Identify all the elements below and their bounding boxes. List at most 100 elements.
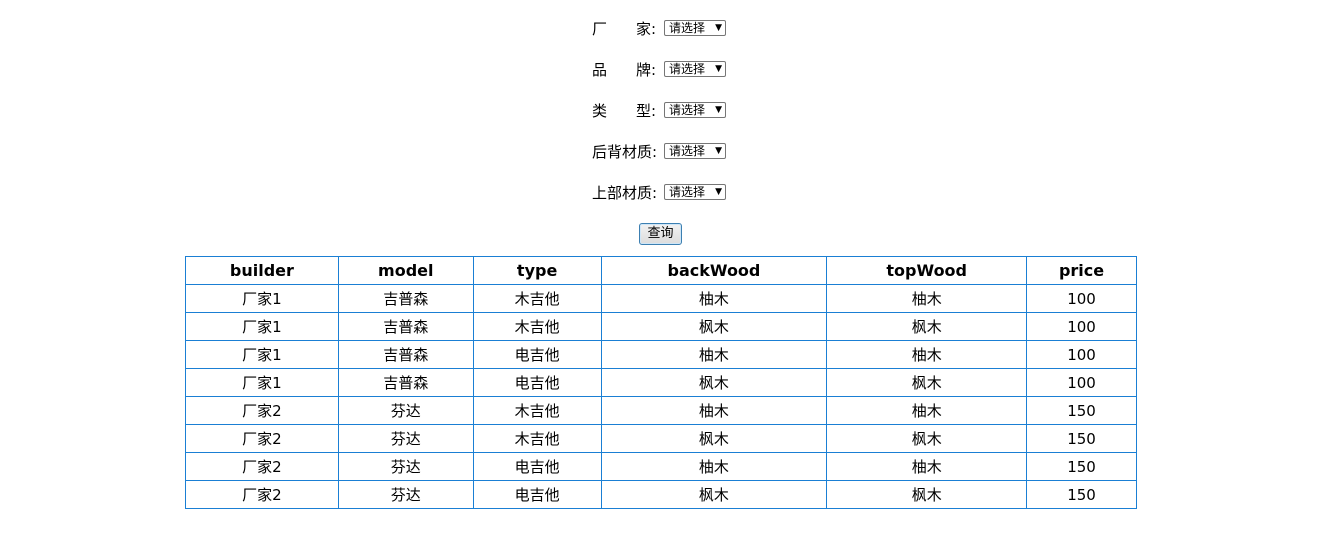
table-cell: 吉普森 <box>337 312 474 341</box>
table-cell: 100 <box>1026 340 1137 369</box>
filter-label-char: 型: <box>635 102 656 120</box>
table-cell: 柚木 <box>826 452 1028 481</box>
table-cell: 厂家2 <box>185 452 339 481</box>
table-cell: 芬达 <box>337 424 474 453</box>
filter-label-char: 家: <box>635 20 656 38</box>
model-select-value: 请选择 <box>669 62 706 76</box>
query-button-wrap: 查询 <box>639 223 682 245</box>
type-select[interactable]: 请选择 ▼ <box>664 102 726 118</box>
table-cell: 厂家2 <box>185 396 339 425</box>
table-row: 厂家2 芬达 电吉他 柚木 柚木 150 <box>185 452 1137 481</box>
table-cell: 柚木 <box>826 396 1028 425</box>
filter-label-backwood: 后背材质: <box>592 141 664 163</box>
filter-label-char: 厂 <box>592 20 608 38</box>
filter-label-char: 类 <box>592 102 608 120</box>
table-cell: 厂家2 <box>185 480 339 509</box>
table-cell: 芬达 <box>337 480 474 509</box>
table-cell: 150 <box>1026 480 1137 509</box>
dropdown-arrow-icon: ▼ <box>715 146 722 156</box>
table-cell: 柚木 <box>600 340 828 369</box>
table-cell: 芬达 <box>337 396 474 425</box>
table-cell: 枫木 <box>600 480 828 509</box>
table-row: 厂家1 吉普森 电吉他 柚木 柚木 100 <box>185 340 1137 369</box>
table-cell: 木吉他 <box>472 312 602 341</box>
table-cell: 厂家2 <box>185 424 339 453</box>
table-cell: 150 <box>1026 452 1137 481</box>
table-row: 厂家1 吉普森 木吉他 枫木 枫木 100 <box>185 312 1137 341</box>
table-cell: 吉普森 <box>337 368 474 397</box>
table-cell: 厂家1 <box>185 368 339 397</box>
filter-row-builder: 厂 家: 请选择 ▼ <box>592 18 792 59</box>
backwood-select-value: 请选择 <box>669 144 706 158</box>
type-select-value: 请选择 <box>669 103 706 117</box>
table-cell: 木吉他 <box>472 284 602 313</box>
table-cell: 100 <box>1026 368 1137 397</box>
dropdown-arrow-icon: ▼ <box>715 23 722 33</box>
filter-row-model: 品 牌: 请选择 ▼ <box>592 59 792 100</box>
table-cell: 柚木 <box>600 284 828 313</box>
table-row: 厂家2 芬达 电吉他 枫木 枫木 150 <box>185 480 1137 509</box>
table-cell: 150 <box>1026 396 1137 425</box>
table-cell: 木吉他 <box>472 396 602 425</box>
filter-label-char: 牌: <box>635 61 656 79</box>
table-cell: 柚木 <box>600 452 828 481</box>
table-cell: 柚木 <box>600 396 828 425</box>
table-cell: 厂家1 <box>185 312 339 341</box>
table-cell: 枫木 <box>600 424 828 453</box>
table-cell: 木吉他 <box>472 424 602 453</box>
table-row: 厂家2 芬达 木吉他 枫木 枫木 150 <box>185 424 1137 453</box>
table-row: 厂家1 吉普森 电吉他 枫木 枫木 100 <box>185 368 1137 397</box>
table-cell: 柚木 <box>826 340 1028 369</box>
table-row: 厂家2 芬达 木吉他 柚木 柚木 150 <box>185 396 1137 425</box>
table-cell: 150 <box>1026 424 1137 453</box>
backwood-select[interactable]: 请选择 ▼ <box>664 143 726 159</box>
results-table: builder model type backWood topWood pric… <box>185 256 1137 509</box>
table-cell: 厂家1 <box>185 340 339 369</box>
filter-row-type: 类 型: 请选择 ▼ <box>592 100 792 141</box>
table-cell: 枫木 <box>600 368 828 397</box>
filter-label-model: 品 牌: <box>592 59 664 81</box>
column-header-type: type <box>472 256 602 285</box>
table-cell: 100 <box>1026 284 1137 313</box>
model-select[interactable]: 请选择 ▼ <box>664 61 726 77</box>
table-cell: 电吉他 <box>472 452 602 481</box>
table-cell: 枫木 <box>600 312 828 341</box>
table-row: 厂家1 吉普森 木吉他 柚木 柚木 100 <box>185 284 1137 313</box>
filter-form: 厂 家: 请选择 ▼ 品 牌: 请选择 ▼ 类 型: 请选择 ▼ 后背材质: 请… <box>592 18 792 223</box>
filter-label-text: 上部材质: <box>592 184 658 202</box>
table-cell: 芬达 <box>337 452 474 481</box>
filter-row-backwood: 后背材质: 请选择 ▼ <box>592 141 792 182</box>
dropdown-arrow-icon: ▼ <box>715 187 722 197</box>
table-cell: 柚木 <box>826 284 1028 313</box>
column-header-topwood: topWood <box>826 256 1028 285</box>
topwood-select[interactable]: 请选择 ▼ <box>664 184 726 200</box>
column-header-backwood: backWood <box>600 256 828 285</box>
builder-select-value: 请选择 <box>669 21 706 35</box>
builder-select[interactable]: 请选择 ▼ <box>664 20 726 36</box>
table-cell: 电吉他 <box>472 480 602 509</box>
column-header-price: price <box>1026 256 1137 285</box>
filter-label-char: 品 <box>592 61 608 79</box>
filter-label-type: 类 型: <box>592 100 664 122</box>
filter-label-text: 后背材质: <box>592 143 658 161</box>
table-cell: 100 <box>1026 312 1137 341</box>
table-cell: 电吉他 <box>472 340 602 369</box>
table-cell: 厂家1 <box>185 284 339 313</box>
table-cell: 枫木 <box>826 368 1028 397</box>
column-header-model: model <box>337 256 474 285</box>
filter-label-topwood: 上部材质: <box>592 182 664 204</box>
table-header-row: builder model type backWood topWood pric… <box>185 256 1137 285</box>
filter-row-topwood: 上部材质: 请选择 ▼ <box>592 182 792 223</box>
dropdown-arrow-icon: ▼ <box>715 105 722 115</box>
table-cell: 吉普森 <box>337 284 474 313</box>
table-cell: 枫木 <box>826 312 1028 341</box>
table-cell: 吉普森 <box>337 340 474 369</box>
column-header-builder: builder <box>185 256 339 285</box>
table-cell: 枫木 <box>826 424 1028 453</box>
table-cell: 枫木 <box>826 480 1028 509</box>
topwood-select-value: 请选择 <box>669 185 706 199</box>
table-cell: 电吉他 <box>472 368 602 397</box>
dropdown-arrow-icon: ▼ <box>715 64 722 74</box>
query-button[interactable]: 查询 <box>639 223 682 245</box>
filter-label-builder: 厂 家: <box>592 18 664 40</box>
